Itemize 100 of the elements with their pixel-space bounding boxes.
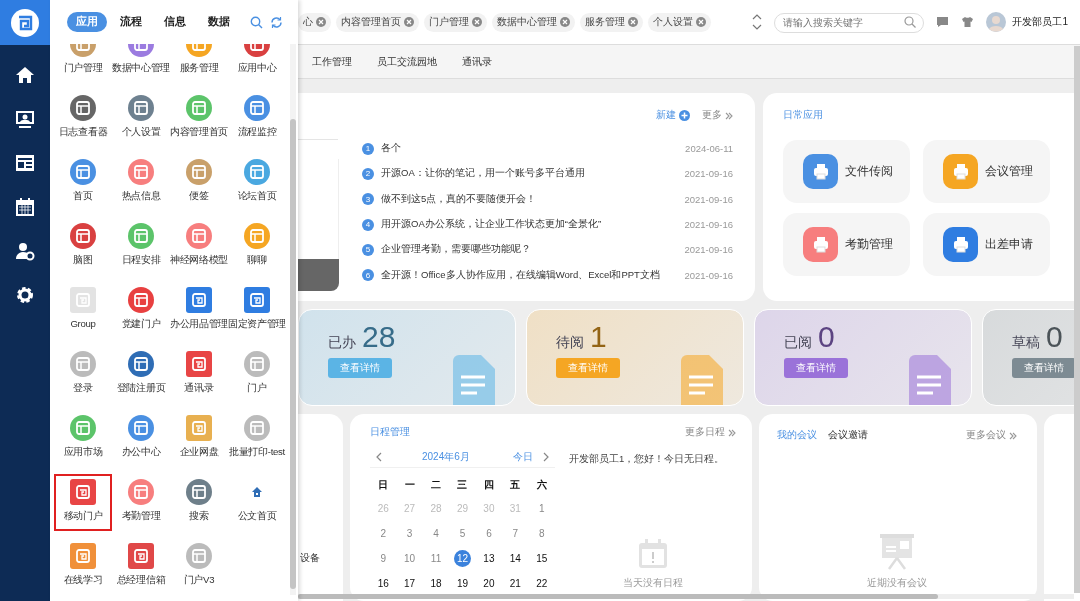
- previous-icon[interactable]: [375, 452, 382, 462]
- app-item[interactable]: 热点信息: [112, 154, 170, 211]
- app-item[interactable]: 数据中心管理: [112, 44, 170, 83]
- page-tab[interactable]: 个人设置: [648, 12, 711, 32]
- search-field[interactable]: 请输入搜索关键字: [774, 12, 925, 33]
- today-link[interactable]: 今日: [513, 450, 533, 464]
- calendar-day[interactable]: 19: [454, 575, 471, 592]
- next-icon[interactable]: [543, 452, 550, 462]
- calendar-day[interactable]: 18: [427, 575, 445, 592]
- calendar-day[interactable]: 8: [533, 525, 551, 542]
- nav-tab[interactable]: 员工交流园地: [377, 54, 437, 69]
- page-tab[interactable]: 内容管理首页: [336, 12, 419, 32]
- calendar-day[interactable]: 16: [374, 575, 392, 592]
- calendar-day[interactable]: 22: [533, 575, 551, 592]
- calendar-day[interactable]: 3: [401, 525, 419, 542]
- details-button[interactable]: 查看详情: [784, 358, 848, 378]
- app-item[interactable]: 个人设置: [112, 90, 170, 147]
- app-item[interactable]: 在线学习: [54, 538, 112, 595]
- app-item[interactable]: 脑图: [54, 218, 112, 275]
- app-item[interactable]: 首页: [54, 154, 112, 211]
- close-icon[interactable]: [628, 17, 638, 27]
- app-item[interactable]: 办公中心: [112, 410, 170, 467]
- app-item[interactable]: 应用市场: [54, 410, 112, 467]
- shirt-icon[interactable]: [961, 16, 975, 28]
- calendar-day[interactable]: 9: [374, 550, 392, 567]
- app-item[interactable]: 日志查看器: [54, 90, 112, 147]
- app-item[interactable]: 神经网络模型: [170, 218, 228, 275]
- calendar-day[interactable]: 15: [533, 550, 551, 567]
- user-gear-icon[interactable]: [15, 241, 35, 261]
- settings-icon[interactable]: [15, 285, 35, 305]
- app-item[interactable]: 党建门户: [112, 282, 170, 339]
- calendar-day[interactable]: 13: [480, 550, 498, 567]
- close-icon[interactable]: [404, 17, 414, 27]
- app-item[interactable]: 内容管理首页: [170, 90, 228, 147]
- page-tab[interactable]: 服务管理: [580, 12, 643, 32]
- app-tile[interactable]: 出差申请: [923, 213, 1050, 276]
- calendar-day[interactable]: 2: [374, 525, 392, 542]
- new-link[interactable]: 新建: [656, 109, 690, 122]
- news-icon[interactable]: [15, 153, 35, 173]
- calendar-day[interactable]: 4: [427, 525, 445, 542]
- app-item[interactable]: 日程安排: [112, 218, 170, 275]
- app-item[interactable]: 聊聊: [228, 218, 286, 275]
- news-title[interactable]: 企业管理考勤，需要哪些功能呢？: [381, 243, 685, 257]
- app-tile[interactable]: 会议管理: [923, 140, 1050, 203]
- calendar-icon[interactable]: [15, 197, 35, 217]
- news-title[interactable]: 用开源OA办公系统，让企业工作状态更加“全景化”: [381, 218, 685, 232]
- calendar-day[interactable]: 21: [506, 575, 524, 592]
- calendar-day[interactable]: 6: [480, 525, 498, 542]
- app-item[interactable]: 论坛首页: [228, 154, 286, 211]
- app-item[interactable]: 总经理信箱: [112, 538, 170, 595]
- app-tile[interactable]: 考勤管理: [783, 213, 910, 276]
- news-title[interactable]: 各个: [381, 142, 686, 156]
- search-icon[interactable]: [250, 15, 263, 29]
- more-link[interactable]: 更多日程: [685, 426, 736, 439]
- calendar-day[interactable]: 20: [480, 575, 498, 592]
- app-item[interactable]: 考勤管理: [112, 474, 170, 531]
- app-item[interactable]: 办公用品管理: [170, 282, 228, 339]
- calendar-day[interactable]: 7: [506, 525, 524, 542]
- close-icon[interactable]: [472, 17, 482, 27]
- logo[interactable]: [0, 0, 50, 45]
- news-title[interactable]: 开源OA：让你的笔记，用一个账号多平台通用: [381, 167, 685, 181]
- calendar-day[interactable]: 1: [533, 500, 551, 517]
- tab[interactable]: 信息: [155, 12, 195, 32]
- tab[interactable]: 我的会议: [777, 429, 817, 442]
- nav-tab[interactable]: 通讯录: [462, 54, 492, 69]
- close-icon[interactable]: [316, 17, 326, 27]
- app-item[interactable]: 移动门户: [54, 474, 112, 531]
- app-item[interactable]: 批量打印-test: [228, 410, 286, 467]
- calendar-day[interactable]: 12: [454, 550, 471, 567]
- tab[interactable]: 数据: [199, 12, 239, 32]
- close-icon[interactable]: [560, 17, 570, 27]
- app-item[interactable]: 流程监控: [228, 90, 286, 147]
- app-tile[interactable]: 文件传阅: [783, 140, 910, 203]
- calendar-day[interactable]: 5: [454, 525, 471, 542]
- user-name[interactable]: 开发部员工1: [1012, 15, 1068, 29]
- more-link[interactable]: 更多: [702, 109, 733, 122]
- page-tab[interactable]: 门户管理: [424, 12, 487, 32]
- app-item[interactable]: 搜索: [170, 474, 228, 531]
- nav-tab[interactable]: 工作管理: [312, 54, 352, 69]
- up-down-icon[interactable]: [752, 13, 763, 31]
- more-link[interactable]: 更多会议: [966, 429, 1017, 442]
- details-button[interactable]: 查看详情: [1012, 358, 1076, 378]
- app-item[interactable]: 门户V3: [170, 538, 228, 595]
- app-item[interactable]: 门户管理: [54, 44, 112, 83]
- app-item[interactable]: 通讯录: [170, 346, 228, 403]
- app-item[interactable]: Group: [54, 282, 112, 339]
- tab[interactable]: 流程: [111, 12, 151, 32]
- monitor-person-icon[interactable]: [15, 109, 35, 129]
- page-tab[interactable]: 数据中心管理: [492, 12, 575, 32]
- app-item[interactable]: 固定资产管理: [228, 282, 286, 339]
- chat-icon[interactable]: [936, 16, 950, 28]
- calendar-day[interactable]: 10: [401, 550, 419, 567]
- app-item[interactable]: 应用中心: [228, 44, 286, 83]
- refresh-icon[interactable]: [270, 15, 283, 29]
- app-item[interactable]: 登录: [54, 346, 112, 403]
- calendar-day[interactable]: 11: [427, 550, 445, 567]
- news-title[interactable]: 全开源！Office多人协作应用，在线编辑Word、Excel和PPT文档: [381, 268, 685, 282]
- app-item[interactable]: 登陆注册页: [112, 346, 170, 403]
- app-item[interactable]: 公文首页: [228, 474, 286, 531]
- home-icon[interactable]: [15, 65, 35, 85]
